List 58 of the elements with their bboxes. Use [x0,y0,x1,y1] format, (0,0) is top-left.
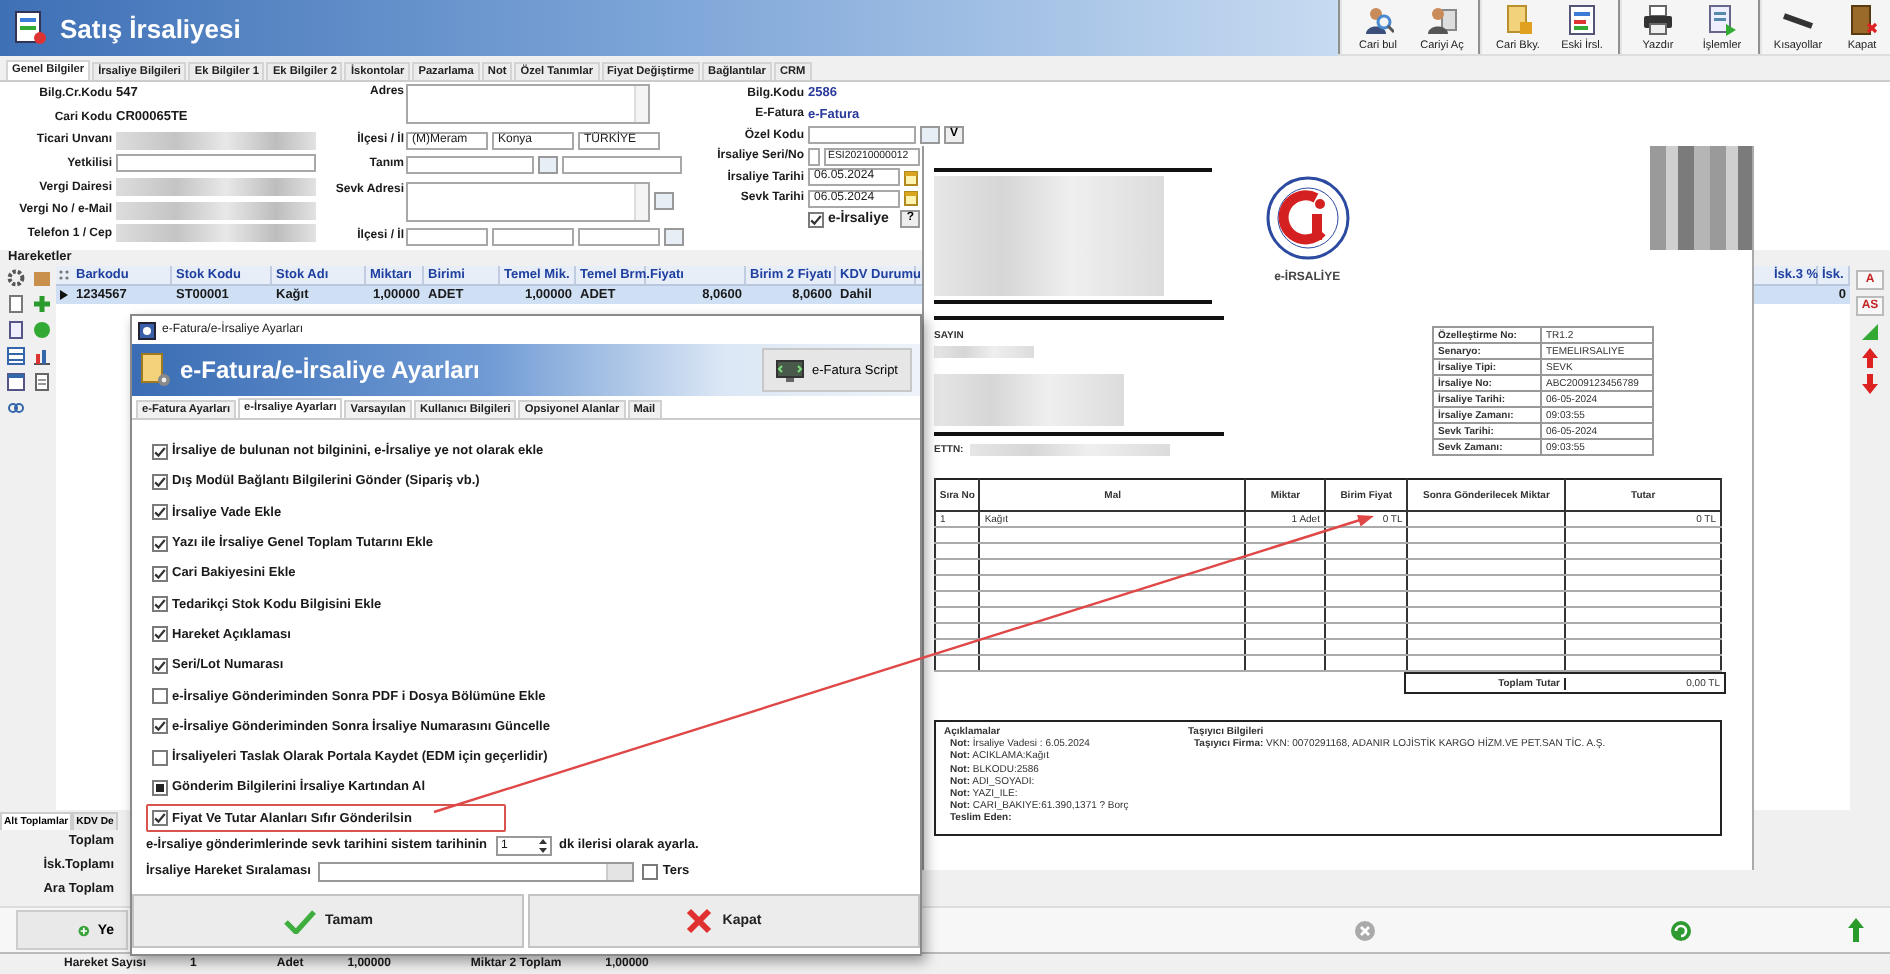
checkbox[interactable] [152,443,168,460]
checkbox[interactable] [152,473,168,490]
folder-icon [1502,3,1534,35]
window-title: Satış İrsaliyesi [60,13,241,43]
checkbox[interactable] [152,749,168,766]
qr-code [1650,146,1752,250]
window-icon[interactable] [6,372,26,392]
blurred-text [934,346,1034,358]
settings-icon [138,321,156,339]
checkbox[interactable] [808,211,824,227]
door-icon [1846,3,1878,35]
gear-icon[interactable] [6,268,26,288]
calendar-icon [904,190,918,206]
up-arrow-icon[interactable] [1848,918,1864,942]
input-field[interactable] [808,126,916,144]
close-icon [686,908,713,934]
lookup-button[interactable] [919,126,940,144]
checkbox[interactable] [152,626,168,643]
checkbox[interactable] [152,657,168,674]
checkbox[interactable] [152,688,168,705]
refresh-icon[interactable] [1670,919,1692,941]
down-arrow-icon[interactable] [1862,374,1878,394]
dropdown-field[interactable] [318,861,635,882]
document-gear-icon [140,352,172,388]
text-area[interactable] [406,84,650,124]
checkbox[interactable] [152,565,168,582]
monitor-icon [776,359,804,381]
text-area[interactable] [406,181,650,222]
row-pointer-icon [56,286,72,304]
grip-icon[interactable] [56,266,72,284]
checkbox[interactable] [152,596,168,613]
input-field[interactable] [406,156,534,175]
document-icon[interactable] [32,372,52,392]
checkmark-icon [283,909,315,933]
table-icon[interactable] [6,346,26,366]
lookup-button[interactable] [538,156,558,175]
checkbox[interactable] [152,810,168,827]
input-field[interactable] [406,228,488,247]
link-icon[interactable] [6,398,26,418]
document-icon [12,10,48,46]
up-arrow-icon[interactable] [1862,348,1878,368]
input-field[interactable] [808,147,820,165]
close-icon[interactable] [1354,919,1376,941]
checkbox[interactable] [152,504,168,521]
checkbox[interactable] [152,779,168,796]
spin-arrows-icon [537,837,548,854]
seal-logo [1263,174,1352,262]
dialog-heading: e-Fatura/e-İrsaliye Ayarları [180,356,482,384]
checkbox[interactable] [152,718,168,735]
checkbox[interactable] [152,535,168,552]
checkbox[interactable] [642,863,659,880]
input-field[interactable] [116,154,316,173]
input-field[interactable] [492,228,574,247]
input-field[interactable] [562,156,682,175]
plus-icon[interactable] [32,294,52,314]
user-search-icon [1362,3,1394,35]
calendar-icon [904,169,918,185]
input-field[interactable] [578,228,660,247]
